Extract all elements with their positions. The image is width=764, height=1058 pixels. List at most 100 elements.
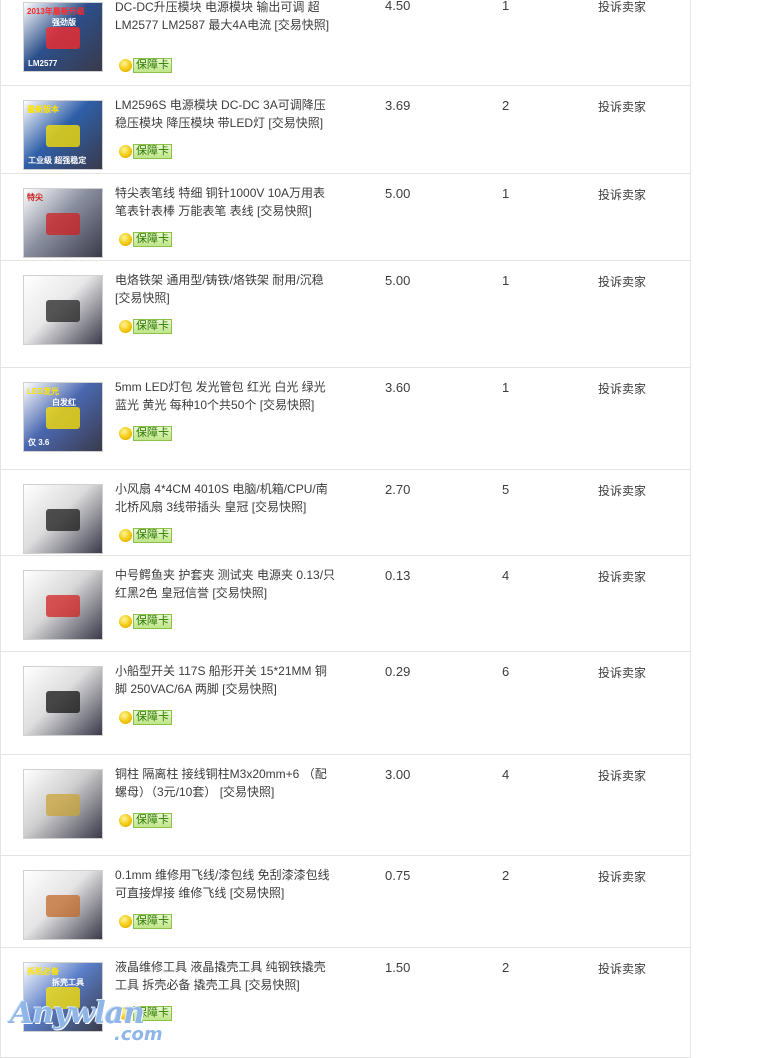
product-title: 小风扇 4*4CM 4010S 电脑/机箱/CPU/南北桥风扇 3线带插头 皇冠… [115, 480, 337, 516]
trade-snapshot-link[interactable]: [交易快照] [245, 978, 300, 992]
order-item-row: 特尖 特尖表笔线 特细 铜针1000V 10A万用表笔表针表棒 万能表笔 表线 [… [1, 174, 690, 261]
thumbnail-caption-top: 特尖 [27, 193, 43, 202]
complain-seller-link[interactable]: 投诉卖家 [598, 482, 646, 499]
quantity: 4 [502, 767, 510, 782]
guarantee-card-label: 保障卡 [133, 914, 172, 929]
unit-price: 0.75 [385, 868, 411, 883]
unit-price: 0.29 [385, 664, 411, 679]
quantity: 4 [502, 568, 510, 583]
unit-price: 4.50 [385, 0, 411, 13]
product-thumbnail[interactable] [23, 666, 103, 736]
trade-snapshot-link[interactable]: [交易快照] [252, 500, 307, 514]
guarantee-card-badge[interactable]: 保障卡 [119, 914, 172, 929]
order-item-row: LED发光 白发红仅 3.6 5mm LED灯包 发光管包 红光 白光 绿光 蓝光 … [1, 368, 690, 470]
product-thumbnail[interactable]: 2013年最新升级 强劲版 LM2577 [23, 2, 103, 72]
lightbulb-icon [119, 320, 132, 333]
unit-price: 3.00 [385, 767, 411, 782]
guarantee-card-badge[interactable]: 保障卡 [119, 58, 172, 73]
unit-price: 2.70 [385, 482, 411, 497]
product-thumbnail[interactable] [23, 870, 103, 940]
watermark-sub: .com [114, 1024, 163, 1045]
product-title: 5mm LED灯包 发光管包 红光 白光 绿光 蓝光 黄光 每种10个共50个 … [115, 378, 337, 414]
quantity: 2 [502, 960, 510, 975]
product-title: 中号鳄鱼夹 护套夹 测试夹 电源夹 0.13/只 红黑2色 皇冠信誉 [交易快照… [115, 566, 337, 602]
complain-seller-link[interactable]: 投诉卖家 [598, 767, 646, 784]
product-title-link[interactable]: 0.1mm 维修用飞线/漆包线 免刮漆漆包线 可直接焊接 维修飞线 [115, 868, 330, 900]
trade-snapshot-link[interactable]: [交易快照] [260, 398, 315, 412]
trade-snapshot-link[interactable]: [交易快照] [268, 116, 323, 130]
trade-snapshot-link[interactable]: [交易快照] [222, 682, 277, 696]
guarantee-card-badge[interactable]: 保障卡 [119, 426, 172, 441]
quantity: 1 [502, 0, 510, 13]
lightbulb-icon [119, 59, 132, 72]
product-thumbnail[interactable] [23, 769, 103, 839]
trade-snapshot-link[interactable]: [交易快照] [220, 785, 275, 799]
order-item-row: 最新版本 工业级 超强稳定 LM2596S 电源模块 DC-DC 3A可调降压稳压模… [1, 86, 690, 174]
product-thumbnail[interactable]: 特尖 [23, 188, 103, 258]
product-thumbnail[interactable]: LED发光 白发红仅 3.6 [23, 382, 103, 452]
thumbnail-product-shape [46, 213, 80, 235]
lightbulb-icon [119, 615, 132, 628]
product-title: 小船型开关 117S 船形开关 15*21MM 铜脚 250VAC/6A 两脚 … [115, 662, 337, 698]
order-item-row: 0.1mm 维修用飞线/漆包线 免刮漆漆包线 可直接焊接 维修飞线 [交易快照]… [1, 856, 690, 948]
thumbnail-caption-top: 拆机必备 [27, 967, 59, 976]
complain-seller-link[interactable]: 投诉卖家 [598, 98, 646, 115]
complain-seller-link[interactable]: 投诉卖家 [598, 664, 646, 681]
thumbnail-product-shape [46, 407, 80, 429]
guarantee-card-label: 保障卡 [133, 710, 172, 725]
thumbnail-caption-bottom: 工业级 超强稳定 [28, 156, 87, 165]
guarantee-card-badge[interactable]: 保障卡 [119, 319, 172, 334]
guarantee-card-label: 保障卡 [133, 232, 172, 247]
product-thumbnail[interactable] [23, 484, 103, 554]
order-item-row: 铜柱 隔离柱 接线铜柱M3x20mm+6 （配螺母）（3元/10套） [交易快照… [1, 755, 690, 856]
thumbnail-caption-middle: 白发红 [52, 398, 76, 407]
unit-price: 0.13 [385, 568, 411, 583]
trade-snapshot-link[interactable]: [交易快照] [230, 886, 285, 900]
product-title: 0.1mm 维修用飞线/漆包线 免刮漆漆包线 可直接焊接 维修飞线 [交易快照] [115, 866, 337, 902]
guarantee-card-badge[interactable]: 保障卡 [119, 614, 172, 629]
complain-seller-link[interactable]: 投诉卖家 [598, 186, 646, 203]
lightbulb-icon [119, 145, 132, 158]
guarantee-card-label: 保障卡 [133, 58, 172, 73]
product-thumbnail[interactable] [23, 570, 103, 640]
product-title-link[interactable]: 小船型开关 117S 船形开关 15*21MM 铜脚 250VAC/6A 两脚 [115, 664, 327, 696]
product-thumbnail[interactable]: 最新版本 工业级 超强稳定 [23, 100, 103, 170]
thumbnail-product-shape [46, 509, 80, 531]
unit-price: 3.60 [385, 380, 411, 395]
complain-seller-link[interactable]: 投诉卖家 [598, 273, 646, 290]
unit-price: 5.00 [385, 273, 411, 288]
quantity: 5 [502, 482, 510, 497]
thumbnail-product-shape [46, 300, 80, 322]
thumbnail-product-shape [46, 595, 80, 617]
guarantee-card-badge[interactable]: 保障卡 [119, 232, 172, 247]
guarantee-card-label: 保障卡 [133, 319, 172, 334]
quantity: 2 [502, 868, 510, 883]
guarantee-card-label: 保障卡 [133, 813, 172, 828]
complain-seller-link[interactable]: 投诉卖家 [598, 960, 646, 977]
guarantee-card-badge[interactable]: 保障卡 [119, 528, 172, 543]
product-title-link[interactable]: 电烙铁架 通用型/铸铁/烙铁架 耐用/沉稳 [115, 273, 324, 287]
trade-snapshot-link[interactable]: [交易快照] [274, 18, 329, 32]
complain-seller-link[interactable]: 投诉卖家 [598, 868, 646, 885]
product-title: LM2596S 电源模块 DC-DC 3A可调降压稳压模块 降压模块 带LED灯… [115, 96, 337, 132]
complain-seller-link[interactable]: 投诉卖家 [598, 568, 646, 585]
thumbnail-product-shape [46, 125, 80, 147]
complain-seller-link[interactable]: 投诉卖家 [598, 0, 646, 15]
trade-snapshot-link[interactable]: [交易快照] [115, 291, 170, 305]
trade-snapshot-link[interactable]: [交易快照] [212, 586, 267, 600]
guarantee-card-badge[interactable]: 保障卡 [119, 813, 172, 828]
lightbulb-icon [119, 915, 132, 928]
thumbnail-caption-bottom: LM2577 [28, 59, 58, 68]
guarantee-card-badge[interactable]: 保障卡 [119, 710, 172, 725]
quantity: 1 [502, 273, 510, 288]
trade-snapshot-link[interactable]: [交易快照] [257, 204, 312, 218]
guarantee-card-label: 保障卡 [133, 144, 172, 159]
product-title: 电烙铁架 通用型/铸铁/烙铁架 耐用/沉稳 [交易快照] [115, 271, 337, 307]
guarantee-card-label: 保障卡 [133, 614, 172, 629]
product-thumbnail[interactable] [23, 275, 103, 345]
guarantee-card-badge[interactable]: 保障卡 [119, 144, 172, 159]
order-items-table: 2013年最新升级 强劲版 LM2577 DC-DC升压模块 电源模块 输出可调 超 … [0, 0, 691, 1058]
complain-seller-link[interactable]: 投诉卖家 [598, 380, 646, 397]
unit-price: 5.00 [385, 186, 411, 201]
thumbnail-caption-middle: 强劲版 [52, 18, 76, 27]
